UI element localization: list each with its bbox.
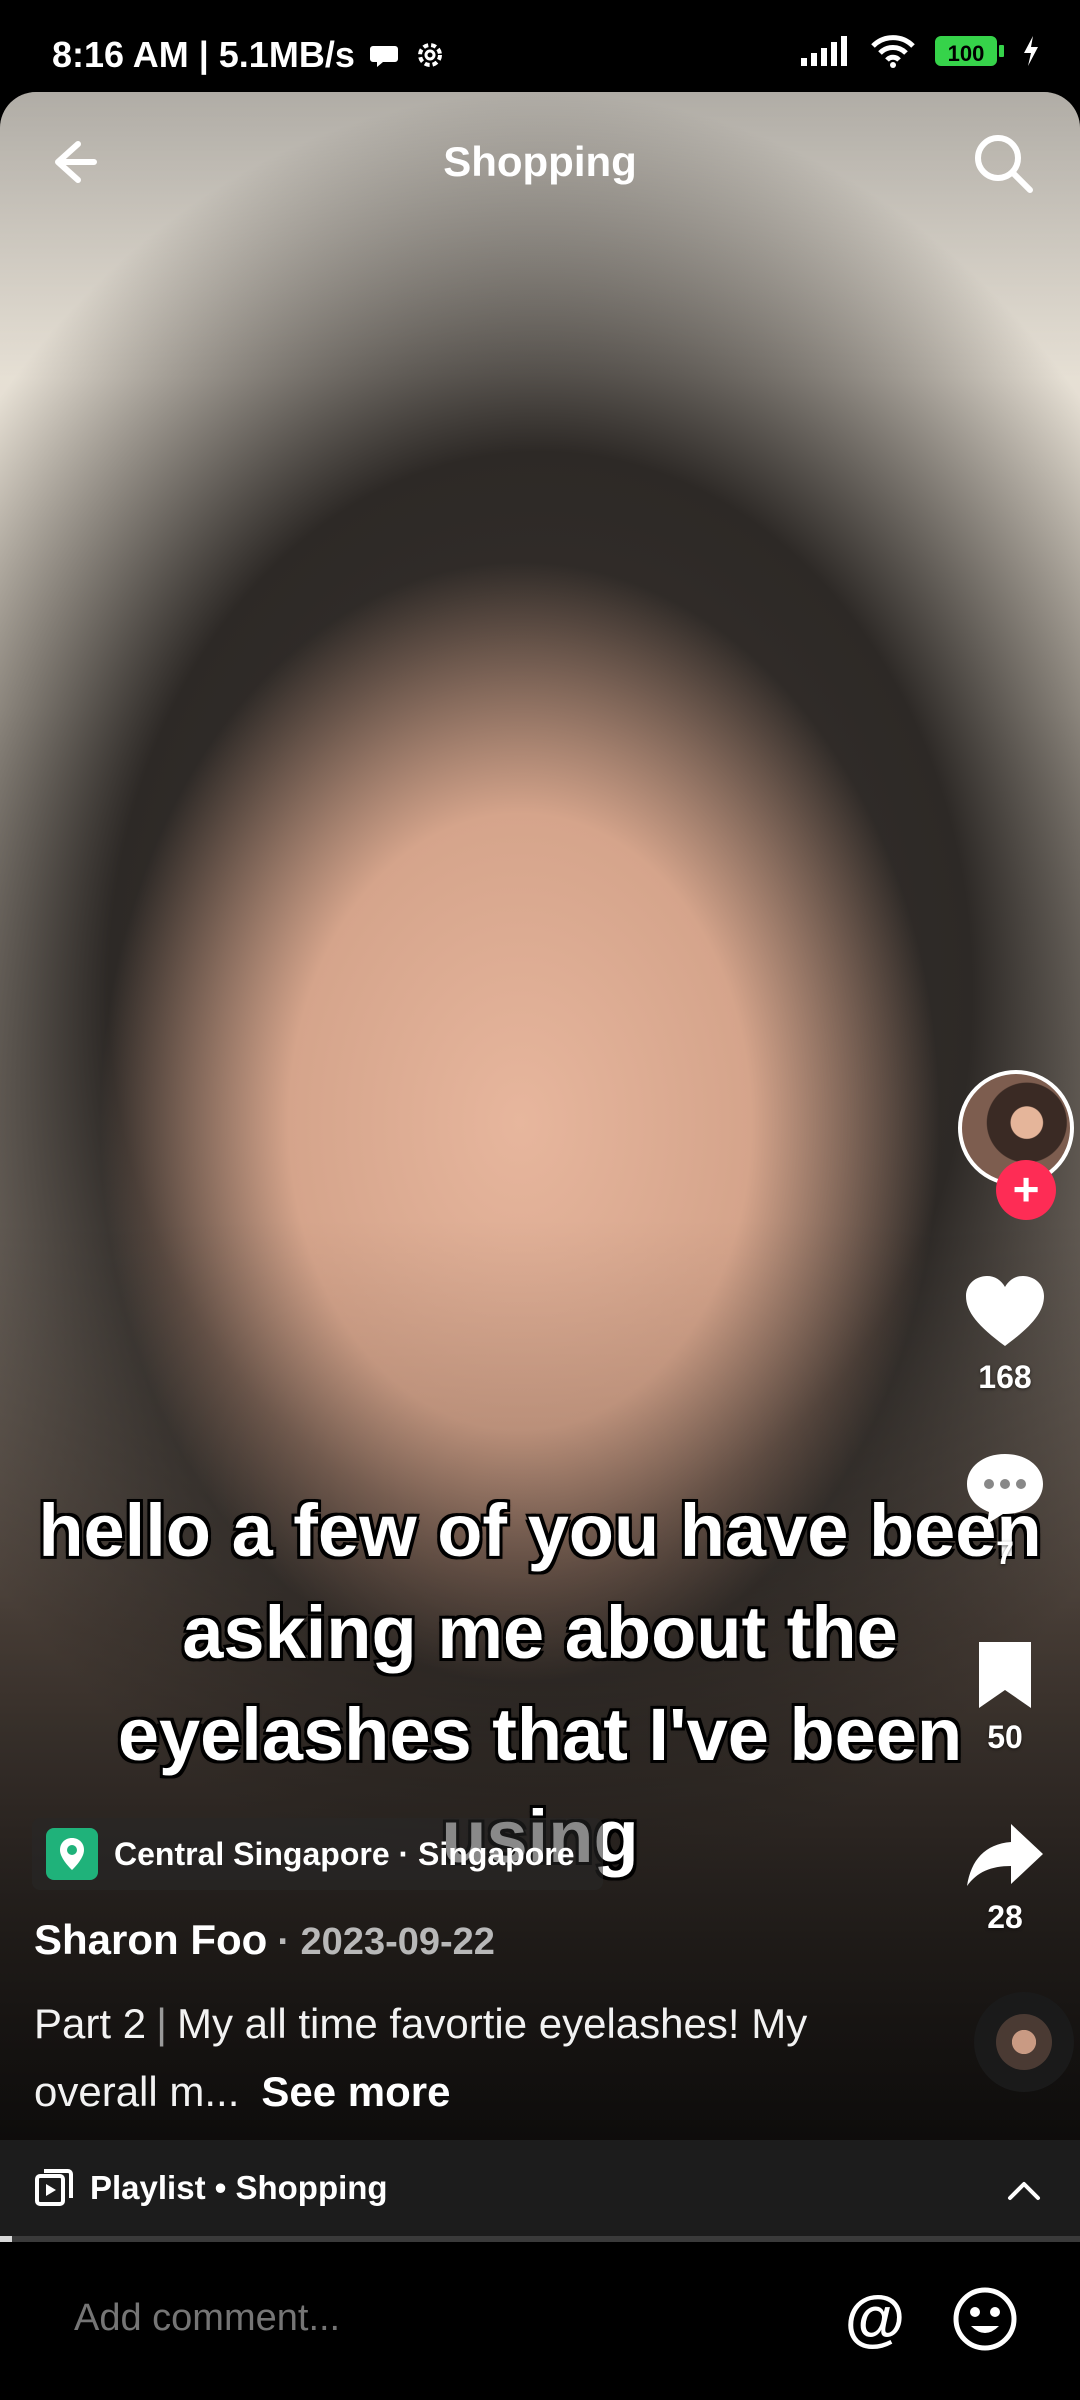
playlist-label: Playlist • Shopping [90,2169,388,2206]
bookmark-icon [979,1642,1031,1708]
comment-count: 7 [996,1535,1014,1571]
charging-bolt-icon [1024,36,1038,66]
wifi-icon [871,35,915,68]
chat-bubble-icon [369,46,398,67]
see-more-button[interactable]: See more [261,2068,450,2115]
post-date: · 2023-09-22 [277,1921,495,1963]
comment-input[interactable] [72,2296,776,2341]
settings-gear-icon [417,43,442,67]
music-disc-thumbnail [996,2014,1052,2070]
playlist-icon [35,2169,73,2206]
comment-button[interactable]: 7 [930,1450,1080,1572]
author-name[interactable]: Sharon Foo [34,1916,267,1964]
author-line: Sharon Foo · 2023-09-22 [34,1916,495,1964]
save-button[interactable]: 50 [930,1638,1080,1756]
search-icon[interactable] [970,130,1036,196]
emoji-icon[interactable] [952,2286,1018,2352]
mention-at-icon[interactable]: @ [840,2284,910,2354]
like-count: 168 [978,1359,1032,1395]
part-label: Part 2 [34,2000,147,2047]
status-right: 100 [799,34,1040,68]
status-time: 8:16 AM | 5.1MB/s [52,34,355,75]
top-nav: Shopping [0,92,1080,232]
status-bar: 8:16 AM | 5.1MB/s 100 [0,0,1080,92]
heart-icon [966,1276,1044,1346]
share-count: 28 [987,1899,1023,1935]
location-pin-icon [46,1828,98,1880]
like-button[interactable]: 168 [930,1274,1080,1396]
comment-bar: @ [0,2242,1080,2400]
battery-level: 100 [935,36,997,66]
share-button[interactable]: 28 [930,1820,1080,1936]
save-count: 50 [987,1719,1023,1755]
location-label: Central Singapore · Singapore [114,1835,575,1872]
chevron-up-icon[interactable] [1004,2170,1044,2210]
battery-indicator: 100 [935,36,1004,66]
follow-button[interactable]: + [996,1160,1056,1220]
status-left: 8:16 AM | 5.1MB/s [52,34,447,76]
battery-tip [999,45,1004,57]
music-disc-button[interactable] [974,1992,1074,2092]
separator: | [156,2000,167,2047]
post-description[interactable]: Part 2 | My all time favortie eyelashes! M… [34,1990,894,2126]
comment-icon [967,1454,1043,1524]
location-tag[interactable]: Central Singapore · Singapore [32,1818,603,1890]
page-title: Shopping [443,138,637,185]
playlist-bar[interactable]: Playlist • Shopping [0,2140,1080,2236]
signal-icon [801,36,847,66]
share-arrow-icon [967,1824,1043,1886]
creator-avatar-button[interactable]: + [958,1070,1074,1220]
